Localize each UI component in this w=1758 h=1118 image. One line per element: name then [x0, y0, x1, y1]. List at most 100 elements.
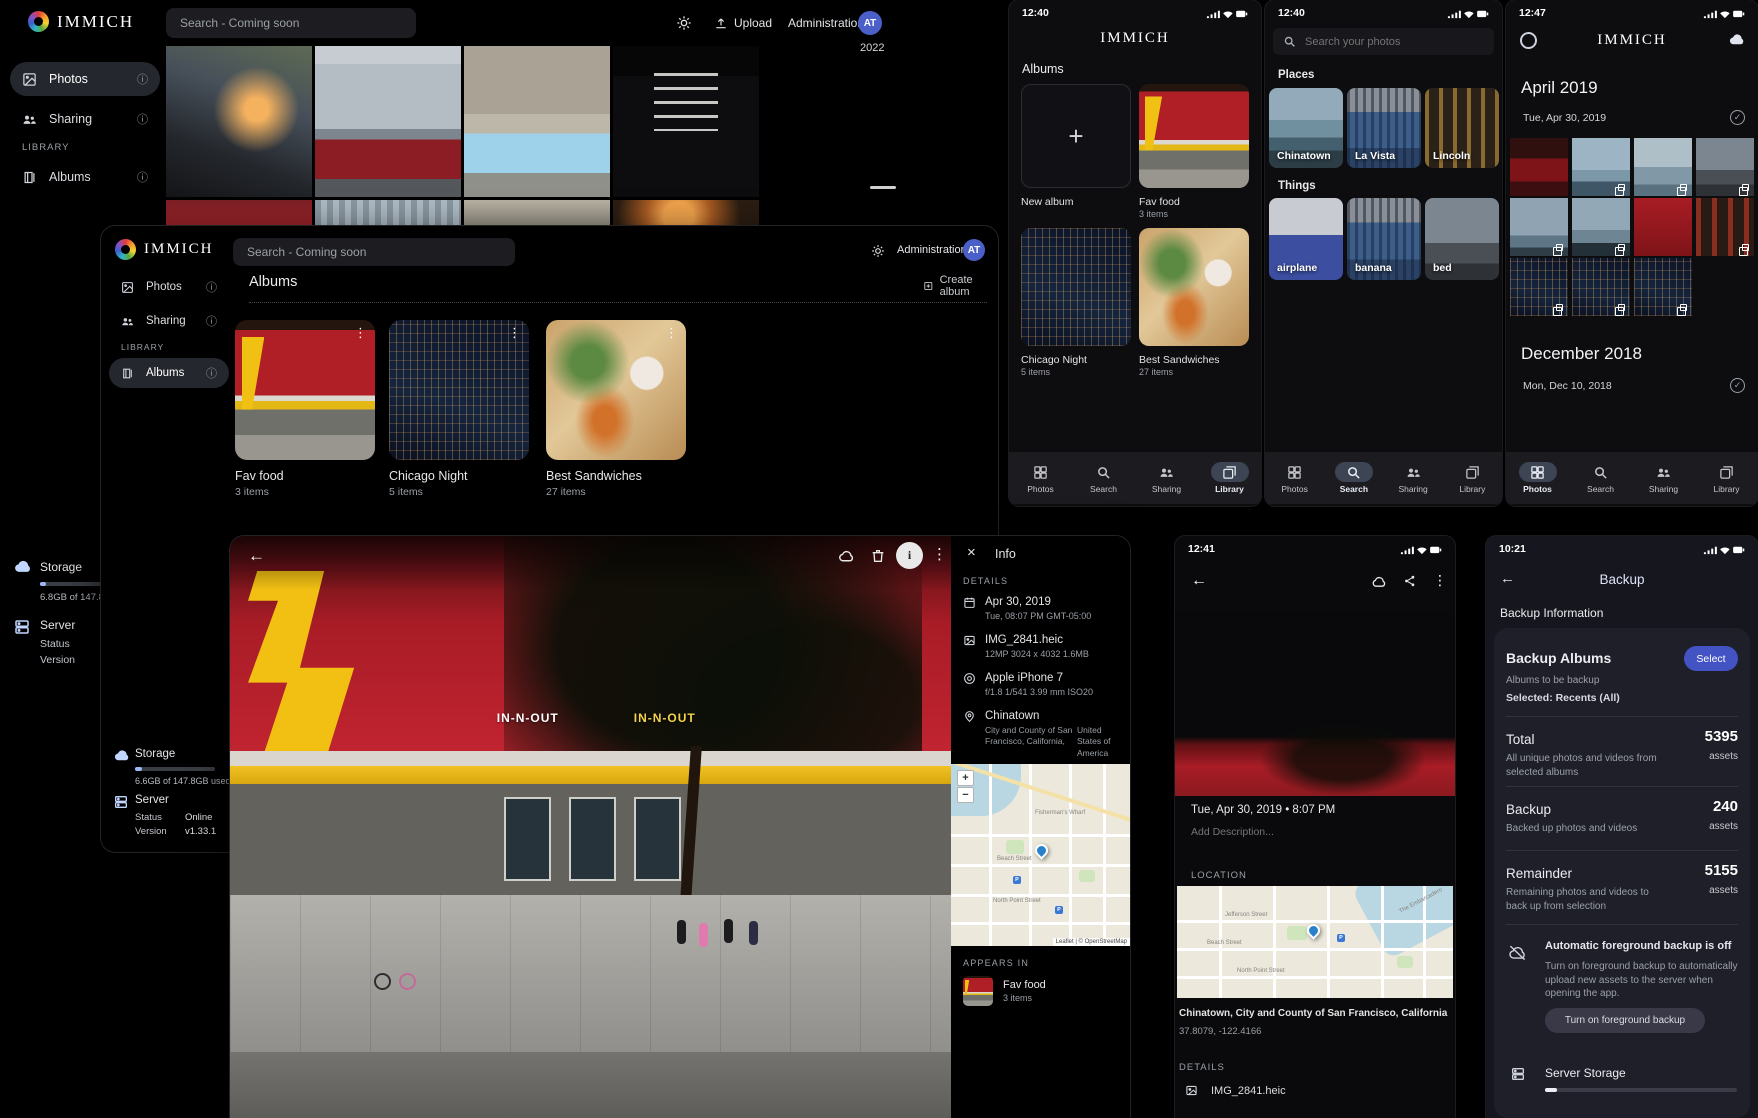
- select-day-checkbox[interactable]: ✓: [1730, 110, 1745, 125]
- photo-thumbnail[interactable]: [315, 46, 461, 197]
- detail-filename: IMG_2841.heic: [1211, 1085, 1286, 1097]
- search-bar[interactable]: [1273, 28, 1494, 55]
- thing-card[interactable]: bed: [1425, 198, 1499, 280]
- nav-library[interactable]: Library: [1695, 462, 1758, 494]
- search-input[interactable]: [166, 8, 416, 38]
- album-card[interactable]: ⋮ Best Sandwiches 27 items: [546, 320, 686, 498]
- photo-thumbnail[interactable]: [1572, 138, 1630, 196]
- search-input[interactable]: [233, 238, 515, 266]
- photo-thumbnail[interactable]: [1510, 198, 1568, 256]
- nav-search[interactable]: Search: [1324, 462, 1383, 494]
- pedestrian: [749, 921, 758, 945]
- cloud-download-icon[interactable]: [838, 548, 855, 565]
- album-card[interactable]: [1021, 228, 1131, 346]
- photo-thumbnail[interactable]: [1510, 258, 1568, 316]
- status-icons: [1400, 544, 1442, 555]
- new-album-card[interactable]: +: [1021, 84, 1131, 188]
- place-card[interactable]: Chinatown: [1269, 88, 1343, 168]
- avatar[interactable]: AT: [858, 11, 882, 35]
- nav-photos[interactable]: Photos: [1506, 462, 1569, 494]
- thing-card[interactable]: airplane: [1269, 198, 1343, 280]
- album-card[interactable]: [1139, 228, 1249, 346]
- photo-thumbnail[interactable]: [464, 46, 610, 197]
- photo-thumbnail[interactable]: [1572, 198, 1630, 256]
- info-icon[interactable]: ⓘ: [137, 169, 148, 185]
- info-icon[interactable]: ⓘ: [206, 279, 217, 295]
- info-button-active[interactable]: i: [896, 542, 923, 569]
- photo-thumbnail[interactable]: [613, 46, 759, 197]
- photo-thumbnail[interactable]: [1634, 258, 1692, 316]
- back-icon[interactable]: ←: [1191, 572, 1207, 590]
- administration-link[interactable]: Administration: [788, 16, 864, 30]
- avatar[interactable]: AT: [963, 239, 985, 261]
- location-map[interactable]: The Embarcadero Jefferson Street Beach S…: [1177, 886, 1453, 998]
- nav-library[interactable]: Library: [1443, 462, 1502, 494]
- foreground-title: Automatic foreground backup is off: [1545, 940, 1731, 952]
- sidebar-item-photos[interactable]: Photos ⓘ: [10, 62, 160, 96]
- search-input[interactable]: [1305, 36, 1475, 48]
- close-icon[interactable]: ×: [967, 544, 976, 561]
- album-menu-icon[interactable]: ⋮: [508, 326, 521, 339]
- thing-card[interactable]: banana: [1347, 198, 1421, 280]
- turn-on-backup-button[interactable]: Turn on foreground backup: [1545, 1008, 1705, 1033]
- theme-toggle-icon[interactable]: [871, 244, 885, 258]
- place-card[interactable]: Lincoln: [1425, 88, 1499, 168]
- select-button[interactable]: Select: [1684, 646, 1738, 671]
- photo-thumbnail[interactable]: [166, 46, 312, 197]
- appears-in-album[interactable]: Fav food 3 items: [963, 976, 1046, 1006]
- timeline-scrubber-handle[interactable]: [870, 186, 896, 189]
- upload-button[interactable]: Upload: [714, 16, 772, 30]
- location-map[interactable]: Fisherman's Wharf Beach Street North Poi…: [951, 764, 1130, 946]
- album-card[interactable]: [1139, 84, 1249, 188]
- sidebar-item-photos[interactable]: Photos ⓘ: [109, 272, 229, 302]
- info-icon[interactable]: ⓘ: [137, 111, 148, 127]
- back-icon[interactable]: ←: [248, 546, 265, 566]
- cloud-upload-icon[interactable]: [1371, 575, 1387, 588]
- menu-icon[interactable]: ⋮: [1433, 573, 1447, 587]
- album-card[interactable]: ⋮ Fav food 3 items: [235, 320, 375, 498]
- photo-viewer[interactable]: IN-N-OUT IN-N-OUT ← i ⋮: [230, 536, 951, 1118]
- photo-thumbnail[interactable]: [1572, 258, 1630, 316]
- status-bar: 10:21: [1486, 536, 1758, 562]
- sidebar-item-albums[interactable]: Albums ⓘ: [10, 160, 160, 194]
- album-menu-icon[interactable]: ⋮: [665, 326, 678, 339]
- photo-thumbnail[interactable]: [1634, 198, 1692, 256]
- photo-thumbnail[interactable]: [1696, 198, 1754, 256]
- description-input[interactable]: [1191, 826, 1431, 838]
- theme-toggle-icon[interactable]: [676, 15, 692, 31]
- map-zoom-out[interactable]: −: [957, 787, 974, 803]
- storage-title: Storage: [40, 560, 82, 574]
- info-icon[interactable]: ⓘ: [137, 71, 148, 87]
- app-title: IMMICH: [1506, 32, 1758, 49]
- map-zoom-in[interactable]: +: [957, 770, 974, 786]
- sidebar-item-sharing[interactable]: Sharing ⓘ: [109, 306, 229, 336]
- nav-sharing[interactable]: Sharing: [1135, 462, 1198, 494]
- photo-thumbnail[interactable]: [1696, 138, 1754, 196]
- nav-photos[interactable]: Photos: [1009, 462, 1072, 494]
- photo-thumbnail[interactable]: [1510, 138, 1568, 196]
- administration-link[interactable]: Administration: [897, 244, 967, 256]
- info-icon[interactable]: ⓘ: [206, 365, 217, 381]
- sidebar-item-albums[interactable]: Albums ⓘ: [109, 358, 229, 388]
- nav-sharing[interactable]: Sharing: [1384, 462, 1443, 494]
- library-icon: [1222, 465, 1237, 480]
- cloud-backup-icon[interactable]: [1728, 32, 1746, 46]
- photo-preview[interactable]: [1175, 611, 1455, 796]
- place-card[interactable]: La Vista: [1347, 88, 1421, 168]
- map-street-label: Fisherman's Wharf: [1035, 810, 1085, 816]
- nav-search[interactable]: Search: [1072, 462, 1135, 494]
- nav-sharing[interactable]: Sharing: [1632, 462, 1695, 494]
- info-icon[interactable]: ⓘ: [206, 313, 217, 329]
- trash-icon[interactable]: [870, 548, 886, 564]
- menu-icon[interactable]: ⋮: [932, 547, 947, 562]
- nav-library[interactable]: Library: [1198, 462, 1261, 494]
- nav-photos[interactable]: Photos: [1265, 462, 1324, 494]
- nav-search[interactable]: Search: [1569, 462, 1632, 494]
- photo-thumbnail[interactable]: [1634, 138, 1692, 196]
- album-card[interactable]: ⋮ Chicago Night 5 items: [389, 320, 529, 498]
- create-album-button[interactable]: Create album: [923, 274, 998, 298]
- sidebar-item-sharing[interactable]: Sharing ⓘ: [10, 102, 160, 136]
- share-icon[interactable]: [1403, 574, 1417, 588]
- select-day-checkbox[interactable]: ✓: [1730, 378, 1745, 393]
- album-menu-icon[interactable]: ⋮: [354, 326, 367, 339]
